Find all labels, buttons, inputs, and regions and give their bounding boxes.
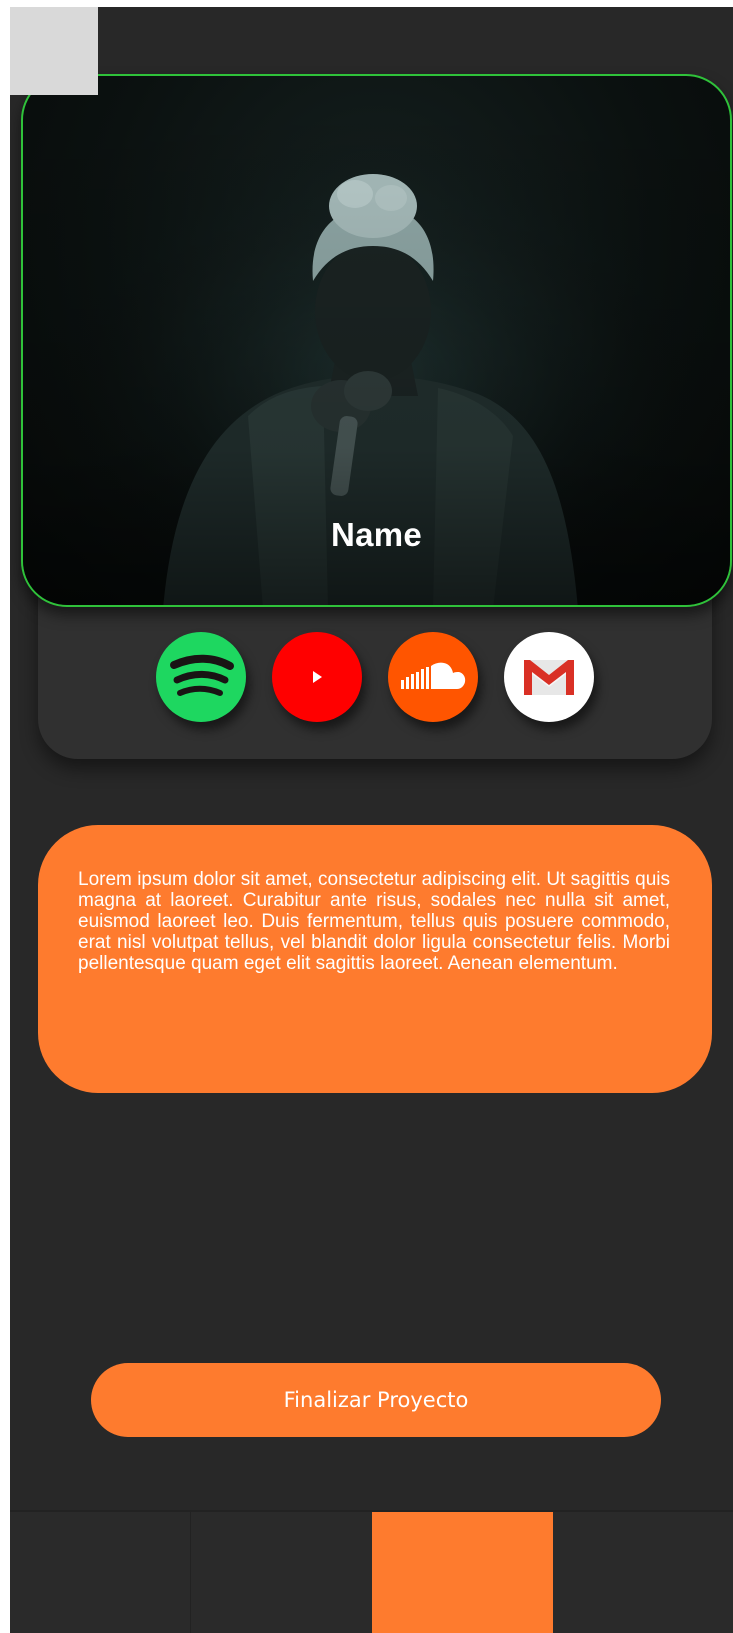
app-screen: Name Lorem ipsum dolor sit amet, consect… [10, 7, 733, 1633]
social-links-row [156, 632, 596, 722]
youtube-button[interactable] [272, 632, 362, 722]
nav-tab-3-active[interactable] [372, 1512, 553, 1633]
placeholder-square [10, 7, 98, 95]
spotify-button[interactable] [156, 632, 246, 722]
gmail-button[interactable] [504, 632, 594, 722]
bio-text: Lorem ipsum dolor sit amet, consectetur … [78, 869, 670, 974]
finish-project-button[interactable]: Finalizar Proyecto [91, 1363, 661, 1437]
artist-hero-card: Name [21, 74, 732, 607]
nav-tab-1[interactable] [10, 1512, 191, 1633]
gmail-icon [524, 660, 574, 695]
nav-tab-2[interactable] [191, 1512, 372, 1633]
youtube-icon [313, 671, 322, 683]
bottom-navigation [10, 1510, 733, 1633]
spotify-icon [170, 654, 234, 696]
bio-card: Lorem ipsum dolor sit amet, consectetur … [38, 825, 712, 1093]
nav-tab-4[interactable] [553, 1512, 733, 1633]
artist-name: Name [330, 516, 423, 553]
soundcloud-icon [401, 662, 466, 689]
soundcloud-button[interactable] [388, 632, 478, 722]
